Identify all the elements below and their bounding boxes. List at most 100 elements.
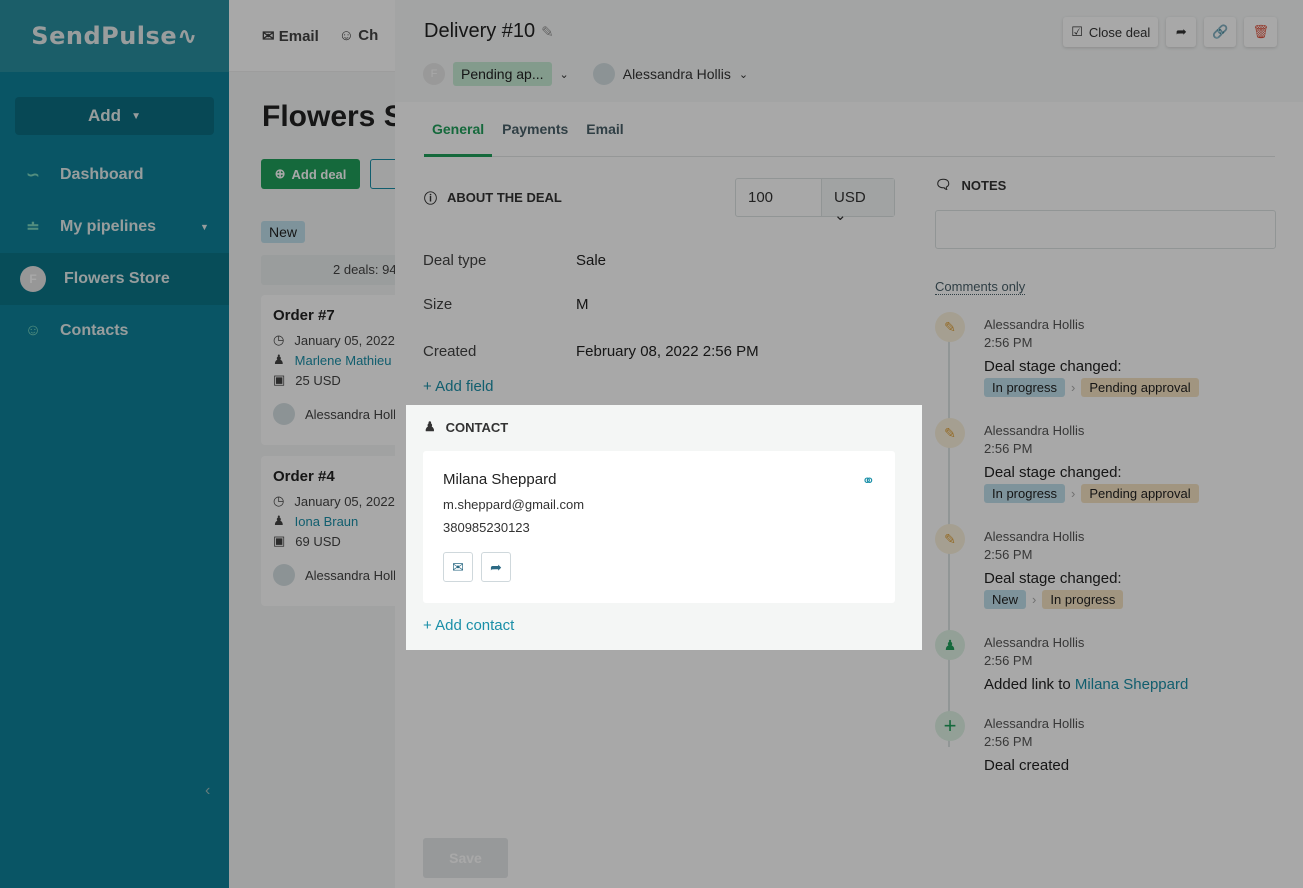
- event-time: 2:56 PM: [984, 734, 1033, 749]
- nav-label: My pipelines: [60, 218, 157, 235]
- field-size: Size M: [423, 296, 589, 313]
- share-button[interactable]: ➦: [1166, 17, 1197, 47]
- chevron-right-icon: ›: [1071, 380, 1076, 395]
- tab-email[interactable]: Email: [578, 102, 631, 157]
- send-email-button[interactable]: ✉: [443, 552, 473, 582]
- caret-down-icon: ▼: [200, 222, 209, 232]
- tab-payments[interactable]: Payments: [494, 102, 576, 157]
- contact-phone: 380985230123: [443, 520, 530, 535]
- card-owner: Alessandra Hollis: [305, 406, 395, 422]
- event-contact-link[interactable]: Milana Sheppard: [1075, 676, 1188, 693]
- edit-icon[interactable]: ✎: [541, 24, 554, 41]
- user-icon: ♟: [273, 513, 285, 528]
- event-author: Alessandra Hollis: [984, 423, 1085, 438]
- contact-title: CONTACT: [445, 419, 509, 435]
- close-deal-button[interactable]: ☑ Close deal: [1063, 17, 1159, 47]
- stage-to: Pending approval: [1081, 484, 1199, 503]
- sidebar-item-contacts[interactable]: ☺ Contacts: [0, 305, 229, 357]
- chevron-down-icon: ⌄: [834, 207, 847, 224]
- event-text: Deal stage changed:: [984, 464, 1122, 481]
- share-icon: ➦: [1175, 24, 1187, 39]
- event-text: Deal stage changed:: [984, 358, 1122, 375]
- event-time: 2:56 PM: [984, 653, 1033, 668]
- card-date: January 05, 2022: [294, 332, 395, 348]
- timeline-event: ✎ Alessandra Hollis 2:56 PM Deal stage c…: [935, 418, 1285, 524]
- sidebar-item-dashboard[interactable]: ∽ Dashboard: [0, 149, 229, 201]
- nav-chat-label: Ch: [358, 27, 379, 44]
- event-author: Alessandra Hollis: [984, 529, 1085, 544]
- owner-avatar: [592, 63, 615, 85]
- open-contact-button[interactable]: ➦: [481, 552, 511, 582]
- add-contact-link[interactable]: + Add contact: [423, 617, 514, 634]
- caret-down-icon: ▼: [131, 110, 141, 122]
- field-value: February 08, 2022 2:56 PM: [576, 343, 759, 360]
- close-deal-label: Close deal: [1088, 24, 1151, 40]
- stage-from: In progress: [984, 378, 1066, 397]
- field-value[interactable]: Sale: [576, 252, 606, 269]
- collapse-sidebar-icon[interactable]: ‹: [205, 782, 210, 800]
- currency-select[interactable]: USD ⌄: [822, 179, 894, 224]
- link-button[interactable]: 🔗: [1204, 17, 1237, 47]
- field-label: Size: [423, 296, 453, 313]
- comments-only-filter[interactable]: Comments only: [935, 279, 1026, 295]
- nav-email[interactable]: ✉ Email: [262, 27, 319, 45]
- sidebar-item-pipelines[interactable]: ≐ My pipelines ▼: [0, 201, 229, 253]
- notes-input[interactable]: [935, 210, 1276, 249]
- amount-input[interactable]: 100: [736, 179, 822, 216]
- top-nav: ✉ Email ☺ Ch: [229, 0, 395, 72]
- user-icon: ♟: [424, 419, 436, 434]
- stage-select[interactable]: Pending ap...: [453, 62, 552, 86]
- add-deal-button[interactable]: ⊕ Add deal: [261, 159, 360, 189]
- logo[interactable]: SendPulse ∿: [0, 0, 229, 72]
- nav-chat[interactable]: ☺ Ch: [339, 27, 378, 44]
- select-button[interactable]: [370, 159, 395, 189]
- card-contact[interactable]: Marlene Mathieu: [295, 353, 392, 368]
- add-deal-label: Add deal: [291, 166, 347, 182]
- envelope-icon: ✉: [452, 558, 464, 575]
- event-time: 2:56 PM: [984, 547, 1033, 562]
- tab-general[interactable]: General: [424, 102, 493, 157]
- owner-select[interactable]: Alessandra Hollis: [623, 66, 731, 82]
- nav-label: Dashboard: [60, 166, 144, 183]
- card-contact[interactable]: Iona Braun: [295, 514, 359, 529]
- timeline-event: ♟ Alessandra Hollis 2:56 PM Added link t…: [935, 630, 1285, 711]
- comment-icon: 🗨: [935, 177, 952, 192]
- add-field-link[interactable]: + Add field: [423, 378, 493, 395]
- contact-section: ♟ CONTACT Milana Sheppard m.sheppard@gmai…: [406, 405, 922, 650]
- add-button[interactable]: Add ▼: [15, 97, 214, 135]
- stage-to: Pending approval: [1081, 378, 1199, 397]
- delete-button[interactable]: 🗑: [1244, 17, 1277, 47]
- deal-card[interactable]: Order #4 ◷ January 05, 2022 ♟ Iona Braun ▣…: [261, 456, 395, 606]
- card-amount: 69 USD: [295, 533, 341, 549]
- field-value[interactable]: M: [576, 296, 589, 313]
- nav-email-label: Email: [278, 27, 319, 45]
- checkbox-icon: ☑: [1071, 24, 1083, 39]
- contact-name[interactable]: Milana Sheppard: [443, 471, 556, 488]
- save-button[interactable]: Save: [423, 838, 508, 878]
- field-label: Created: [423, 343, 477, 360]
- stage-from: New: [984, 590, 1027, 609]
- event-text: Added link to: [984, 676, 1075, 693]
- plus-icon: +: [935, 711, 965, 741]
- field-deal-type: Deal type Sale: [423, 252, 606, 269]
- timeline: ✎ Alessandra Hollis 2:56 PM Deal stage c…: [935, 312, 1285, 791]
- sidebar: SendPulse ∿ Add ▼ ∽ Dashboard ≐ My pipelines…: [0, 0, 229, 888]
- chart-icon: ∽: [26, 167, 40, 184]
- clock-icon: ◷: [273, 332, 285, 347]
- pencil-icon: ✎: [935, 312, 965, 342]
- unlink-icon[interactable]: ⚭: [862, 471, 875, 491]
- avatar: [273, 564, 295, 586]
- chevron-down-icon[interactable]: ⌄: [739, 68, 748, 81]
- chevron-down-icon[interactable]: ⌄: [560, 68, 569, 81]
- pipeline-icon: ≐: [26, 219, 40, 236]
- deal-card[interactable]: Order #7 ◷ January 05, 2022 ♟ Marlene Math…: [261, 295, 395, 445]
- nav-label: Flowers Store: [64, 270, 170, 287]
- wallet-icon: ▣: [273, 372, 286, 387]
- sidebar-item-flowers-store[interactable]: F Flowers Store: [0, 253, 229, 305]
- user-add-icon: ♟: [935, 630, 965, 660]
- pipeline-avatar: F: [20, 266, 46, 292]
- contacts-icon: ☺: [24, 322, 42, 339]
- share-icon: ➦: [490, 558, 502, 575]
- deal-header: Delivery #10 ✎ F Pending ap... ⌄ Alessand…: [395, 0, 1303, 102]
- deal-title[interactable]: Delivery #10: [424, 20, 535, 42]
